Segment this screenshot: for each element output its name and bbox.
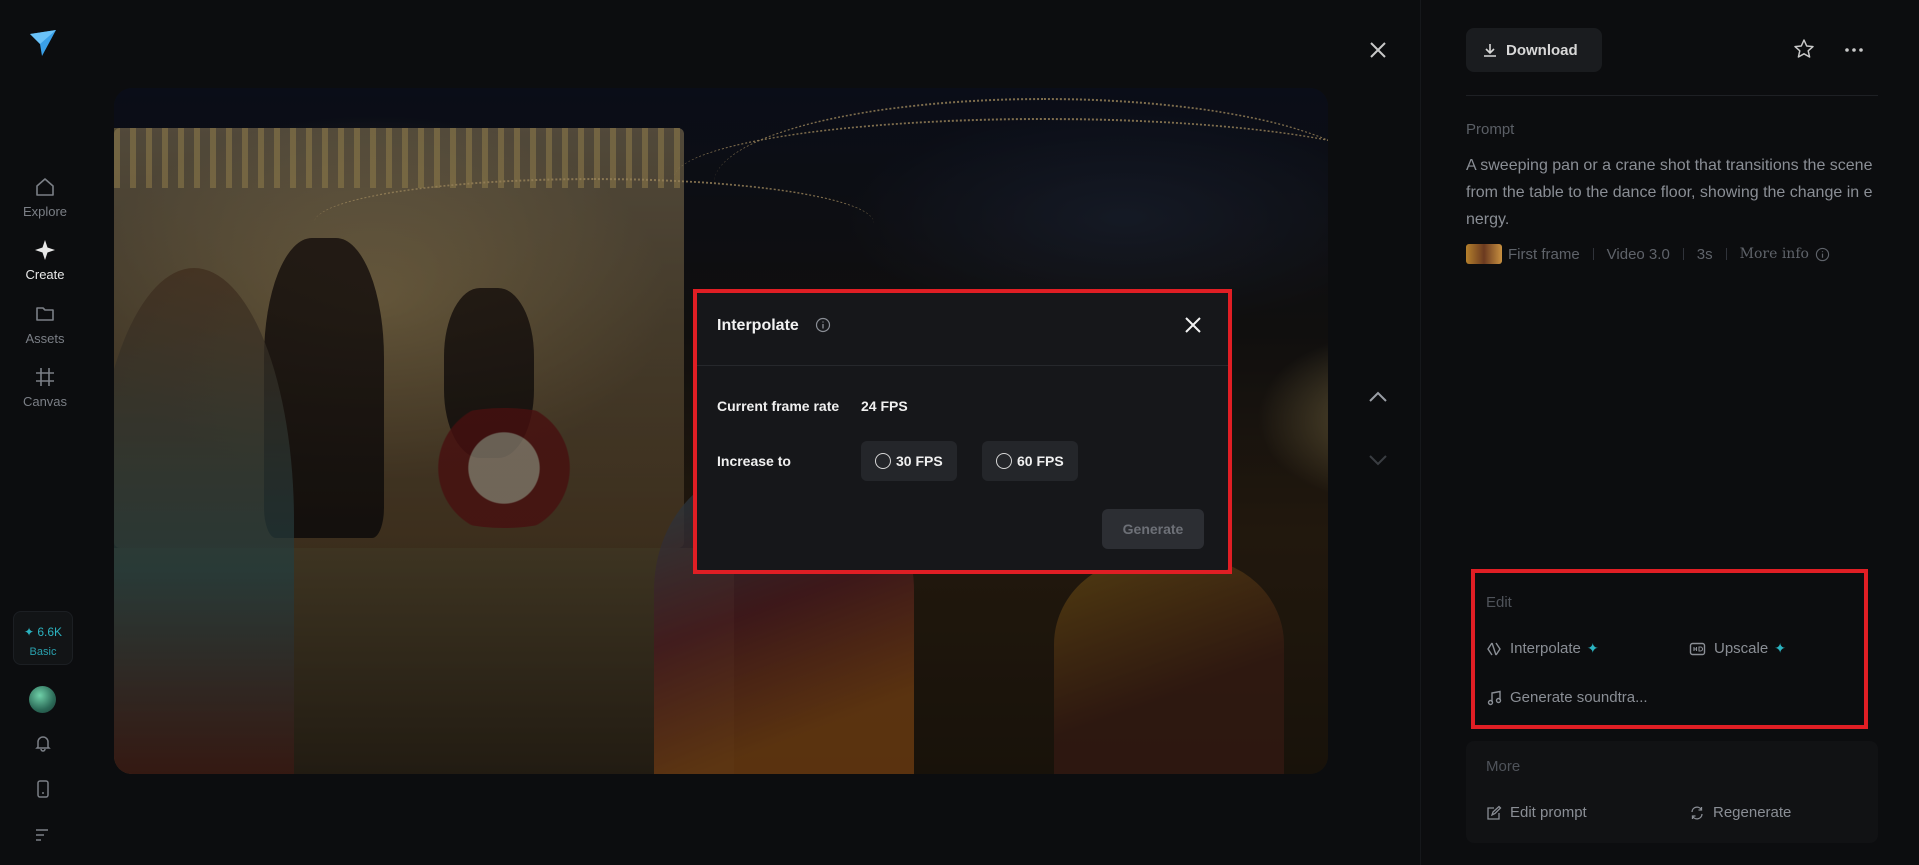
nav-create[interactable]: Create — [0, 239, 90, 282]
upscale-button[interactable]: Upscale ✦ — [1689, 640, 1786, 657]
panel-divider — [1420, 0, 1421, 865]
sparkle-icon: ✦ — [1586, 640, 1599, 656]
radio-icon — [996, 453, 1012, 469]
plan-label: Basic — [29, 646, 57, 658]
radio-icon — [875, 453, 891, 469]
edit-prompt-label: Edit prompt — [1510, 804, 1587, 821]
first-frame-label: First frame — [1508, 245, 1580, 263]
edit-prompt-button[interactable]: Edit prompt — [1486, 804, 1587, 821]
info-icon[interactable] — [1815, 247, 1830, 262]
duration-label: 3s — [1696, 245, 1713, 263]
more-section-label: More — [1486, 758, 1521, 775]
nav-create-label: Create — [25, 267, 65, 282]
bell-icon[interactable] — [33, 733, 53, 753]
prompt-label: Prompt — [1466, 121, 1515, 138]
hd-icon — [1689, 642, 1706, 655]
dialog-divider — [697, 365, 1228, 366]
nav-assets-label: Assets — [25, 331, 65, 346]
nav-assets[interactable]: Assets — [0, 303, 90, 346]
edit-section-label: Edit — [1486, 594, 1512, 611]
current-frame-rate-label: Current frame rate — [717, 398, 840, 414]
chevron-up-icon[interactable] — [1367, 390, 1389, 404]
header-divider — [1466, 95, 1878, 96]
dialog-title: Interpolate — [717, 317, 799, 334]
phone-icon[interactable] — [33, 779, 53, 799]
interpolate-icon — [1487, 642, 1501, 655]
home-icon — [36, 178, 54, 196]
prompt-text: A sweeping pan or a crane shot that tran… — [1466, 157, 1873, 228]
more-options-icon[interactable] — [1843, 40, 1865, 60]
close-icon[interactable] — [1181, 313, 1205, 337]
fps-60-label: 60 FPS — [1017, 453, 1064, 469]
increase-to-label: Increase to — [717, 453, 791, 469]
credits-badge[interactable]: ✦ 6.6K Basic — [13, 611, 73, 665]
chevron-down-icon[interactable] — [1367, 453, 1389, 467]
left-nav: Explore Create Assets Canvas ✦ 6.6K Basi… — [0, 0, 90, 865]
close-viewer-icon[interactable] — [1366, 38, 1390, 62]
info-icon[interactable] — [815, 317, 831, 333]
generate-button[interactable]: Generate — [1102, 509, 1204, 549]
more-section: More Edit prompt Regenerate — [1466, 741, 1878, 843]
star-icon[interactable] — [1793, 38, 1815, 60]
music-note-icon — [1487, 690, 1502, 705]
nav-canvas[interactable]: Canvas — [0, 366, 90, 409]
menu-icon[interactable] — [33, 825, 53, 845]
nav-canvas-label: Canvas — [22, 394, 68, 409]
regenerate-button[interactable]: Regenerate — [1689, 804, 1791, 821]
upscale-label: Upscale — [1714, 640, 1769, 657]
credits-amount: ✦ 6.6K — [23, 625, 63, 639]
fps-30-label: 30 FPS — [896, 453, 943, 469]
download-button[interactable]: Download — [1466, 28, 1602, 72]
more-info-link[interactable]: More info — [1740, 246, 1809, 262]
interpolate-dialog: Interpolate Current frame rate 24 FPS In… — [697, 293, 1228, 570]
edit-icon — [1487, 805, 1502, 820]
refresh-icon — [1691, 806, 1703, 819]
interpolate-label: Interpolate — [1510, 640, 1581, 657]
fps-60-option[interactable]: 60 FPS — [982, 441, 1078, 481]
generation-meta: First frame Video 3.0 3s More info — [1466, 244, 1830, 264]
app-logo[interactable] — [28, 28, 58, 58]
interpolate-button[interactable]: Interpolate ✦ — [1486, 640, 1599, 657]
sparkle-icon: ✦ — [1774, 640, 1786, 656]
model-label: Video 3.0 — [1606, 245, 1670, 263]
current-frame-rate-value: 24 FPS — [861, 398, 908, 414]
generate-soundtrack-label: Generate soundtra... — [1510, 689, 1648, 706]
fps-30-option[interactable]: 30 FPS — [861, 441, 957, 481]
frame-icon — [36, 368, 54, 386]
folder-icon — [36, 307, 54, 321]
sparkle-icon — [35, 240, 55, 260]
regenerate-label: Regenerate — [1713, 804, 1792, 821]
avatar[interactable] — [29, 686, 56, 713]
nav-explore[interactable]: Explore — [0, 176, 90, 219]
download-label: Download — [1506, 41, 1578, 59]
nav-explore-label: Explore — [22, 204, 68, 219]
generate-soundtrack-button[interactable]: Generate soundtra... — [1486, 689, 1648, 706]
download-icon — [1484, 44, 1496, 57]
first-frame-thumbnail[interactable] — [1466, 244, 1502, 264]
